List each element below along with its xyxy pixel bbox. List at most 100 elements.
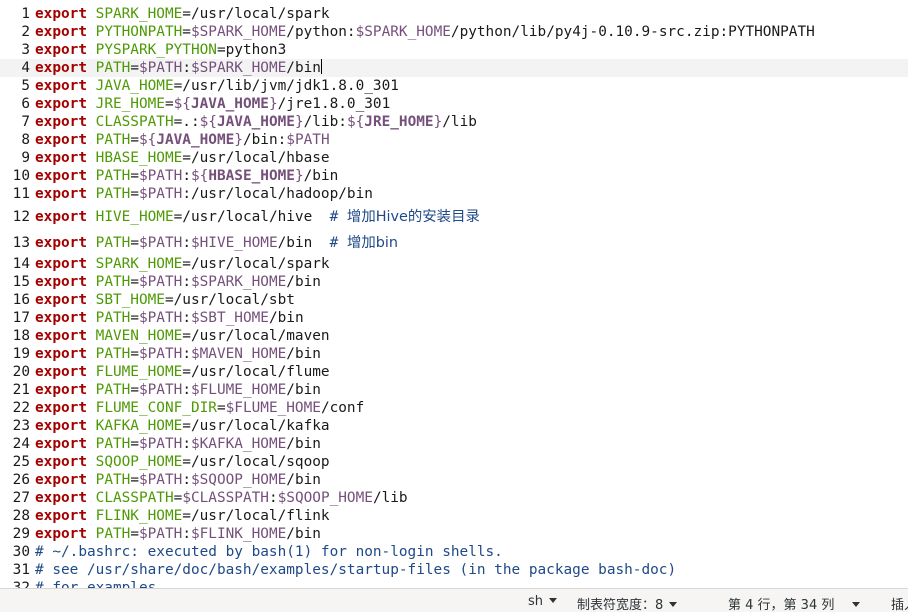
insert-mode-indicator[interactable]: 插入: [891, 594, 908, 613]
code-token: export: [35, 78, 87, 94]
line-number: 27: [12, 490, 30, 506]
code-line[interactable]: 26 export PATH=$PATH:$SQOOP_HOME/bin: [0, 471, 908, 489]
code-token: JAVA_HOME: [190, 96, 269, 112]
code-token: =: [130, 274, 139, 290]
code-line[interactable]: 6 export JRE_HOME=${JAVA_HOME}/jre1.8.0_3…: [0, 95, 908, 113]
code-line[interactable]: 1 export SPARK_HOME=/usr/local/spark: [0, 5, 908, 23]
code-token: export: [35, 472, 87, 488]
line-content: export FLINK_HOME=/usr/local/flink: [35, 507, 330, 525]
code-token: /python:: [286, 24, 356, 40]
code-line[interactable]: 7 export CLASSPATH=.:${JAVA_HOME}/lib:${J…: [0, 113, 908, 131]
code-line[interactable]: 9 export HBASE_HOME=/usr/local/hbase: [0, 149, 908, 167]
code-token: =: [164, 96, 174, 112]
code-line[interactable]: 29 export PATH=$PATH:$FLINK_HOME/bin: [0, 525, 908, 543]
code-token: export: [35, 364, 87, 380]
line-number: 2: [21, 24, 30, 40]
code-line[interactable]: 11 export PATH=$PATH:/usr/local/hadoop/bi…: [0, 185, 908, 203]
cursor-position-selector[interactable]: 第 4 行，第 34 列: [728, 594, 861, 613]
status-bar: sh 制表符宽度：8 第 4 行，第 34 列 插入: [0, 588, 908, 613]
line-number: 28: [12, 508, 30, 524]
code-line[interactable]: 18 export MAVEN_HOME=/usr/local/maven: [0, 327, 908, 345]
line-number: 32: [12, 580, 30, 588]
line-content: export PATH=$PATH:$SBT_HOME/bin: [35, 309, 304, 327]
line-content: export JAVA_HOME=/usr/lib/jvm/jdk1.8.0_3…: [35, 77, 399, 95]
language-selector[interactable]: sh: [528, 594, 558, 609]
code-line[interactable]: 16 export SBT_HOME=/usr/local/sbt: [0, 291, 908, 309]
code-token: export: [35, 328, 87, 344]
code-line[interactable]: 15 export PATH=$PATH:$SPARK_HOME/bin: [0, 273, 908, 291]
line-content: export PATH=$PATH:$FLUME_HOME/bin: [35, 381, 321, 399]
code-line[interactable]: 19 export PATH=$PATH:$MAVEN_HOME/bin: [0, 345, 908, 363]
code-line[interactable]: 10 export PATH=$PATH:${HBASE_HOME}/bin: [0, 167, 908, 185]
code-token: export: [35, 490, 87, 506]
code-line[interactable]: 12 export HIVE_HOME=/usr/local/hive # 增加H…: [0, 208, 908, 226]
code-line[interactable]: 23 export KAFKA_HOME=/usr/local/kafka: [0, 417, 908, 435]
code-token: =: [130, 472, 139, 488]
code-line[interactable]: 8 export PATH=${JAVA_HOME}/bin:$PATH: [0, 131, 908, 149]
line-content: export PYTHONPATH=$SPARK_HOME/python:$SP…: [35, 23, 815, 41]
code-token: =: [130, 310, 139, 326]
code-line[interactable]: 2 export PYTHONPATH=$SPARK_HOME/python:$S…: [0, 23, 908, 41]
code-line[interactable]: 13 export PATH=$PATH:$HIVE_HOME/bin # 增加b…: [0, 234, 908, 252]
code-line[interactable]: 22 export FLUME_CONF_DIR=$FLUME_HOME/conf: [0, 399, 908, 417]
code-token: $SPARK_HOME: [190, 274, 287, 290]
text-editor[interactable]: 1 export SPARK_HOME=/usr/local/spark 2 expo…: [0, 0, 908, 588]
code-token: /python/lib/py4j-0.10.9-src.zip:: [450, 24, 729, 40]
code-token: =: [182, 24, 191, 40]
code-token: /bin: [286, 472, 321, 488]
code-token: :: [182, 235, 191, 251]
code-token: $PATH: [138, 310, 183, 326]
code-token: export: [35, 256, 87, 272]
code-token: export: [35, 168, 87, 184]
code-token: $PATH: [138, 60, 183, 76]
code-token: $PATH: [138, 186, 183, 202]
code-token: =: [130, 346, 139, 362]
code-line[interactable]: 31 # see /usr/share/doc/bash/examples/sta…: [0, 561, 908, 579]
code-token: export: [35, 400, 87, 416]
code-token: export: [35, 508, 87, 524]
code-token: export: [35, 6, 87, 22]
line-number: 18: [12, 328, 30, 344]
code-line[interactable]: 28 export FLINK_HOME=/usr/local/flink: [0, 507, 908, 525]
code-line[interactable]: 4 export PATH=$PATH:$SPARK_HOME/bin: [0, 59, 908, 77]
code-token: export: [35, 186, 87, 202]
code-token: # for examples: [35, 580, 157, 588]
code-line[interactable]: 30 # ~/.bashrc: executed by bash(1) for n…: [0, 543, 908, 561]
line-number: 6: [21, 96, 30, 112]
code-line[interactable]: 3 export PYSPARK_PYTHON=python3: [0, 41, 908, 59]
code-token: =: [216, 400, 226, 416]
code-line[interactable]: 14 export SPARK_HOME=/usr/local/spark: [0, 255, 908, 273]
code-token: =: [130, 132, 139, 148]
line-number: 24: [12, 436, 30, 452]
line-content: export SPARK_HOME=/usr/local/spark: [35, 5, 330, 23]
code-line[interactable]: 21 export PATH=$PATH:$FLUME_HOME/bin: [0, 381, 908, 399]
code-line[interactable]: 27 export CLASSPATH=$CLASSPATH:$SQOOP_HOM…: [0, 489, 908, 507]
code-token: :: [182, 472, 191, 488]
code-token: /jre1.8.0_301: [277, 96, 391, 112]
line-number: 21: [12, 382, 30, 398]
code-line[interactable]: 25 export SQOOP_HOME=/usr/local/sqoop: [0, 453, 908, 471]
code-line[interactable]: 24 export PATH=$PATH:$KAFKA_HOME/bin: [0, 435, 908, 453]
code-line[interactable]: 20 export FLUME_HOME=/usr/local/flume: [0, 363, 908, 381]
code-line[interactable]: 17 export PATH=$PATH:$SBT_HOME/bin: [0, 309, 908, 327]
code-token: =/usr/local/flink: [182, 508, 330, 524]
code-token: SBT_HOME: [95, 292, 165, 308]
code-token: JRE_HOME: [364, 114, 434, 130]
code-token: # ~/.bashrc: executed by bash(1) for non…: [35, 544, 503, 560]
code-token: # see /usr/share/doc/bash/examples/start…: [35, 562, 677, 578]
code-line[interactable]: 32 # for examples: [0, 579, 908, 588]
code-token: PATH: [95, 436, 131, 452]
code-token: JAVA_HOME: [95, 78, 174, 94]
code-token: $PATH: [286, 132, 330, 148]
code-token: =/usr/local/sbt: [164, 292, 295, 308]
code-token: $FLUME_HOME: [225, 400, 321, 416]
code-token: #: [329, 209, 347, 225]
tab-width-selector[interactable]: 制表符宽度：8: [577, 594, 678, 613]
code-line[interactable]: 5 export JAVA_HOME=/usr/lib/jvm/jdk1.8.0_…: [0, 77, 908, 95]
code-token: export: [35, 60, 87, 76]
